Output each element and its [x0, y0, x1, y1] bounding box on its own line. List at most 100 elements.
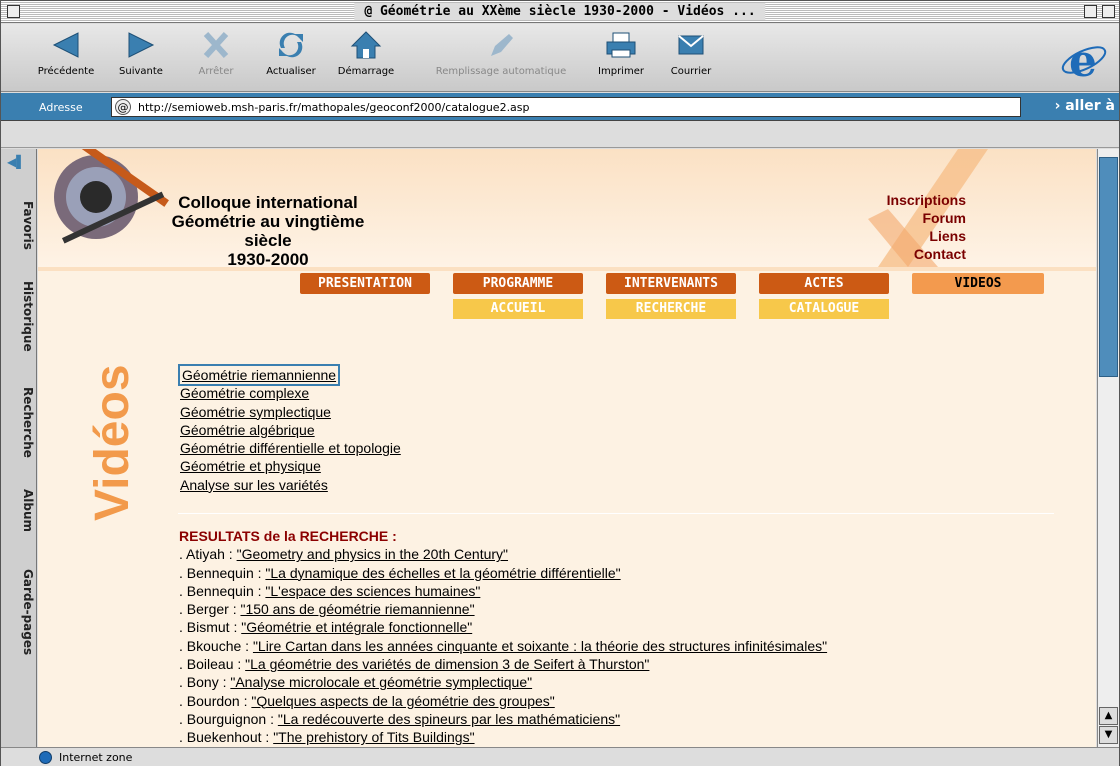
favorites-strip — [1, 122, 1119, 148]
banner-line-1: Colloque international — [178, 193, 358, 212]
result-author: . Bismut : — [179, 619, 242, 636]
link-forum[interactable]: Forum — [922, 209, 966, 227]
explorer-sidebar: ◀▌ Favoris Historique Recherche Album Ga… — [1, 149, 37, 747]
link-liens[interactable]: Liens — [929, 227, 966, 245]
category-link[interactable]: Analyse sur les variétés — [180, 476, 401, 494]
result-author: . Atiyah : — [179, 546, 237, 563]
title-bar[interactable]: @ Géométrie au XXème siècle 1930-2000 - … — [1, 1, 1119, 23]
result-link[interactable]: "L'espace des sciences humaines" — [265, 583, 480, 599]
category-link[interactable]: Géométrie et physique — [180, 457, 401, 475]
category-link[interactable]: Géométrie différentielle et topologie — [180, 439, 401, 457]
subtab-catalogue[interactable]: CATALOGUE — [759, 299, 889, 319]
result-author: . Bony : — [179, 674, 231, 691]
at-symbol-icon: @ — [115, 99, 131, 115]
result-author: . Bennequin : — [179, 582, 266, 599]
results-title: RESULTATS de la RECHERCHE : — [179, 528, 397, 544]
tab-programme[interactable]: PROGRAMME — [453, 273, 583, 294]
result-link[interactable]: "La dynamique des échelles et la géométr… — [265, 565, 620, 581]
go-button[interactable]: › aller à — [1055, 98, 1115, 114]
refresh-label: Actualiser — [266, 66, 316, 77]
result-link[interactable]: "La redécouverte des spineurs par les ma… — [278, 711, 620, 727]
stop-x-icon — [203, 31, 229, 59]
result-author: . Bourguignon : — [179, 710, 278, 727]
sidebar-tab-historique[interactable]: Historique — [3, 281, 35, 352]
refresh-button[interactable]: Actualiser — [251, 30, 331, 88]
scroll-up-arrow-icon[interactable]: ▲ — [1099, 707, 1118, 725]
autofill-button[interactable]: Remplissage automatique — [421, 30, 581, 88]
status-bar: Internet zone — [1, 747, 1119, 766]
autofill-label: Remplissage automatique — [435, 66, 567, 77]
scroll-down-arrow-icon[interactable]: ▼ — [1099, 726, 1118, 744]
category-link[interactable]: Géométrie complexe — [180, 384, 401, 402]
tab-videos[interactable]: VIDEOS — [912, 273, 1044, 294]
sidebar-tab-favoris[interactable]: Favoris — [3, 201, 35, 250]
result-author: . Boileau : — [179, 656, 246, 673]
result-author: . Bkouche : — [179, 637, 253, 654]
zoom-box-icon[interactable] — [1084, 5, 1097, 18]
forward-button[interactable]: Suivante — [101, 30, 181, 88]
result-row: . Bourguignon : "La redécouverte des spi… — [179, 710, 827, 728]
url-input[interactable]: http://semioweb.msh-paris.fr/mathopales/… — [111, 97, 1021, 117]
category-link[interactable]: Géométrie algébrique — [180, 421, 401, 439]
result-author: . Berger : — [179, 601, 241, 618]
link-contact[interactable]: Contact — [914, 245, 966, 263]
result-link[interactable]: "Analyse microlocale et géométrie symple… — [230, 674, 532, 690]
close-box-icon[interactable] — [7, 5, 20, 18]
subtab-accueil[interactable]: ACCUEIL — [453, 299, 583, 319]
mail-icon — [678, 35, 704, 55]
result-link[interactable]: "Quelques aspects de la géométrie des gr… — [251, 693, 554, 709]
refresh-icon — [279, 32, 303, 58]
window-title: @ Géométrie au XXème siècle 1930-2000 - … — [354, 3, 766, 20]
result-row: . Bony : "Analyse microlocale et géométr… — [179, 673, 827, 691]
forward-label: Suivante — [119, 66, 163, 77]
result-link[interactable]: "Géométrie et intégrale fonctionnelle" — [241, 619, 472, 635]
mail-button[interactable]: Courrier — [656, 30, 726, 88]
sidebar-tab-album[interactable]: Album — [3, 489, 35, 532]
page-content: Colloque international Géométrie au ving… — [38, 149, 1096, 747]
tab-intervenants[interactable]: INTERVENANTS — [606, 273, 736, 294]
result-author: . Buekenhout : — [179, 729, 274, 746]
scrollbar-thumb[interactable] — [1099, 157, 1118, 377]
home-icon — [350, 31, 382, 59]
forward-arrow-icon — [128, 32, 155, 58]
result-row: . Berger : "150 ans de géométrie riemann… — [179, 600, 827, 618]
banner-line-2: Géométrie au vingtième siècle — [171, 212, 365, 250]
mail-label: Courrier — [670, 66, 712, 77]
result-row: . Bkouche : "Lire Cartan dans les années… — [179, 637, 827, 655]
result-link[interactable]: "Lire Cartan dans les années cinquante e… — [253, 638, 827, 654]
back-arrow-icon — [52, 32, 79, 58]
go-label: aller à — [1065, 98, 1115, 114]
subtab-recherche[interactable]: RECHERCHE — [606, 299, 736, 319]
result-link[interactable]: "Geometry and physics in the 20th Centur… — [237, 546, 508, 562]
address-bar: Adresse http://semioweb.msh-paris.fr/mat… — [1, 93, 1119, 121]
result-link[interactable]: "150 ans de géométrie riemannienne" — [240, 601, 474, 617]
ie-logo-icon: e — [1061, 36, 1107, 84]
home-button[interactable]: Démarrage — [331, 30, 401, 88]
result-row: . Bennequin : "L'espace des sciences hum… — [179, 582, 827, 600]
print-button[interactable]: Imprimer — [586, 30, 656, 88]
category-list: Géométrie riemannienne Géométrie complex… — [177, 363, 401, 494]
vertical-scrollbar[interactable]: ▲ ▼ — [1097, 149, 1119, 747]
address-label: Adresse — [39, 101, 83, 114]
result-link[interactable]: "La géométrie des variétés de dimension … — [245, 656, 649, 672]
category-link[interactable]: Géométrie symplectique — [180, 403, 401, 421]
link-inscriptions[interactable]: Inscriptions — [887, 191, 966, 209]
result-author: . Bennequin : — [179, 564, 266, 581]
back-button[interactable]: Précédente — [31, 30, 101, 88]
sidebar-tab-garde-pages[interactable]: Garde-pages — [3, 569, 35, 655]
sidebar-collapse-icon[interactable]: ◀▌ — [7, 155, 31, 173]
collapse-box-icon[interactable] — [1102, 5, 1115, 18]
result-author: . Bourdon : — [179, 692, 252, 709]
browser-window: @ Géométrie au XXème siècle 1930-2000 - … — [0, 0, 1120, 766]
back-label: Précédente — [37, 66, 95, 77]
result-link[interactable]: "The prehistory of Tits Buildings" — [273, 729, 474, 745]
sidebar-tab-recherche[interactable]: Recherche — [3, 387, 35, 458]
globe-icon — [39, 751, 52, 764]
stop-button[interactable]: Arrêter — [181, 30, 251, 88]
tab-actes[interactable]: ACTES — [759, 273, 889, 294]
category-link[interactable]: Géométrie riemannienne — [177, 363, 341, 387]
site-banner: Colloque international Géométrie au ving… — [38, 149, 1096, 269]
result-row: . Bismut : "Géométrie et intégrale fonct… — [179, 618, 827, 636]
tab-presentation[interactable]: PRESENTATION — [300, 273, 430, 294]
autofill-pen-icon — [491, 34, 513, 56]
